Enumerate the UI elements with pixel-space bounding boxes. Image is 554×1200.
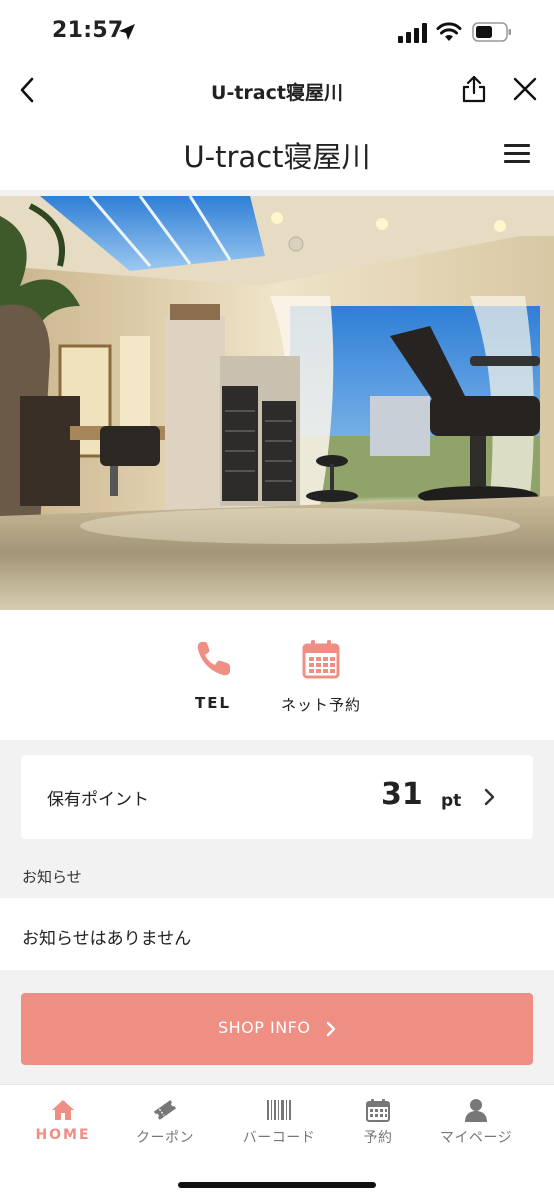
tab-coupon-label: クーポン (136, 1130, 194, 1146)
points-card[interactable]: 保有ポイント 31 pt (21, 755, 533, 839)
points-value: 31 (381, 777, 423, 812)
hamburger-menu-icon[interactable] (504, 144, 530, 166)
shop-info-label-row: SHOP INFO (21, 1018, 533, 1037)
home-icon (52, 1100, 74, 1120)
location-arrow-icon (119, 24, 135, 40)
tab-reserve-label: 予約 (363, 1130, 393, 1146)
hero-image (0, 196, 554, 610)
tab-reserve[interactable]: 予約 (328, 1097, 428, 1147)
shop-info-button[interactable]: SHOP INFO (21, 993, 533, 1065)
phone-icon (197, 642, 230, 676)
net-reserve-button[interactable]: ネット予約 (266, 638, 376, 715)
points-label: 保有ポイント (47, 790, 149, 810)
tab-barcode[interactable]: バーコード (229, 1097, 329, 1147)
tel-button[interactable]: TEL (158, 638, 268, 712)
share-icon[interactable] (460, 74, 488, 104)
tab-home[interactable]: HOME (13, 1097, 113, 1143)
notice-text: お知らせはありません (22, 929, 192, 949)
tab-mypage[interactable]: マイページ (426, 1097, 526, 1147)
cellular-signal-icon (398, 23, 427, 43)
notice-box: お知らせはありません (0, 898, 554, 970)
status-bar: 21:57 (0, 0, 554, 62)
salon-interior-photo (0, 196, 554, 610)
net-reserve-label: ネット予約 (280, 696, 361, 714)
site-header: U-tract寝屋川 (0, 118, 554, 190)
shop-info-label: SHOP INFO (217, 1018, 311, 1037)
calendar-icon (366, 1099, 390, 1122)
notice-heading: お知らせ (22, 868, 82, 886)
close-icon[interactable] (512, 76, 538, 102)
site-title: U-tract寝屋川 (183, 140, 371, 174)
tel-label: TEL (194, 694, 232, 712)
tab-coupon[interactable]: クーポン (115, 1097, 215, 1147)
browser-nav-bar: U-tract寝屋川 (0, 62, 554, 118)
points-unit: pt (441, 791, 462, 811)
chevron-right-icon (484, 788, 495, 806)
chevron-right-icon (326, 1021, 336, 1036)
battery-icon (472, 22, 511, 42)
quick-actions: TEL ネット予約 (0, 610, 554, 740)
tab-mypage-label: マイページ (439, 1130, 513, 1146)
person-icon (465, 1099, 487, 1122)
tab-barcode-label: バーコード (242, 1130, 316, 1146)
calendar-icon (302, 640, 340, 679)
barcode-icon (267, 1100, 291, 1120)
tab-home-label: HOME (35, 1127, 91, 1143)
wifi-icon (436, 22, 462, 41)
home-indicator (178, 1182, 376, 1188)
ticket-icon (153, 1100, 177, 1120)
status-time: 21:57 (52, 18, 124, 43)
